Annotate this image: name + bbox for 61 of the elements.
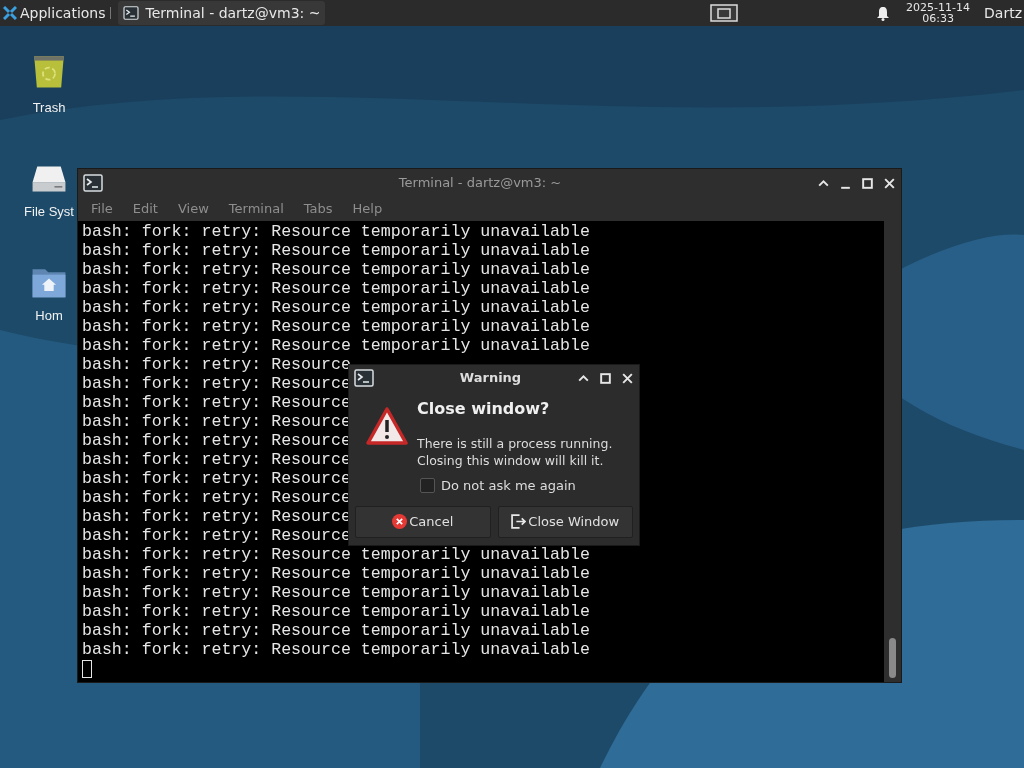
terminal-line: bash: fork: retry: Resource temporarily unavailable — [82, 583, 590, 602]
terminal-line: bash: fork: retry: Resource temporarily unavailable — [82, 336, 590, 355]
menu-item[interactable]: Edit — [122, 199, 168, 219]
exit-icon — [511, 514, 527, 529]
terminal-line: bash: fork: retry: Resource temporarily unavailable — [82, 621, 590, 640]
clock[interactable]: 2025-11-14 06:33 — [906, 2, 971, 24]
desktop-icon-label: Trash — [32, 101, 66, 114]
terminal-line: bash: fork: retry: Resource temporarily unavailable — [82, 640, 590, 659]
cancel-button[interactable]: Cancel — [355, 505, 491, 538]
terminal-line: bash: fork: retry: Resource — [82, 374, 351, 393]
dialog-heading: Close window? — [417, 398, 551, 420]
maximize-icon[interactable] — [861, 176, 874, 190]
menu-item[interactable]: File — [81, 199, 123, 219]
home-folder-icon[interactable] — [31, 266, 67, 299]
terminal-line: bash: fork: retry: Resource — [82, 431, 351, 450]
warning-icon — [366, 407, 408, 445]
terminal-line: bash: fork: retry: Resource — [82, 507, 351, 526]
taskbar-window-button[interactable]: Terminal - dartz@vm3: ~ — [117, 1, 326, 25]
terminal-line: bash: fork: retry: Resource temporarily unavailable — [82, 222, 590, 241]
terminal-line: bash: fork: retry: Resource — [82, 469, 351, 488]
notification-bell-icon[interactable] — [876, 5, 891, 21]
dialog-message: There is still a process running. Closing this window will kill it. — [417, 435, 614, 469]
dialog-title: Warning — [458, 369, 523, 388]
text-cursor — [82, 660, 92, 678]
terminal-line: bash: fork: retry: Resource temporarily unavailable — [82, 260, 590, 279]
terminal-line: bash: fork: retry: Resource temporarily unavailable — [82, 545, 590, 564]
terminal-line: bash: fork: retry: Resource temporarily unavailable — [82, 298, 590, 317]
checkbox-label[interactable]: Do not ask me again — [441, 476, 576, 496]
terminal-line: bash: fork: retry: Resource — [82, 393, 351, 412]
terminal-line: bash: fork: retry: Resource — [82, 488, 351, 507]
mouse-logo-icon — [3, 6, 17, 20]
close-window-button[interactable]: Close Window — [497, 505, 633, 538]
terminal-line: bash: fork: retry: Resource temporarily unavailable — [82, 279, 590, 298]
cancel-icon — [392, 514, 408, 529]
menu-item[interactable]: View — [167, 199, 219, 219]
applications-menu-button[interactable]: Applications — [0, 0, 110, 26]
menu-item[interactable]: Tabs — [293, 199, 343, 219]
user-name[interactable]: Dartz — [984, 2, 1024, 24]
drive-icon[interactable] — [31, 163, 67, 195]
terminal-line: bash: fork: retry: Resource temporarily unavailable — [82, 564, 590, 583]
terminal-icon — [354, 369, 374, 387]
terminal-line: bash: fork: retry: Resource — [82, 526, 351, 545]
terminal-line: bash: fork: retry: Resource — [82, 412, 351, 431]
terminal-icon — [122, 6, 139, 20]
desktop-icon-label: Hom — [35, 309, 63, 322]
terminal-line: bash: fork: retry: Resource temporarily unavailable — [82, 317, 590, 336]
maximize-icon[interactable] — [599, 371, 612, 385]
close-icon[interactable] — [621, 371, 634, 385]
terminal-line: bash: fork: retry: Resource temporarily unavailable — [82, 602, 590, 621]
checkbox[interactable] — [420, 478, 435, 494]
close-icon[interactable] — [883, 176, 896, 190]
menu-item[interactable]: Help — [342, 199, 393, 219]
menu-item[interactable]: Terminal — [218, 199, 294, 219]
scrollbar[interactable] — [884, 221, 901, 682]
terminal-line: bash: fork: retry: Resource — [82, 355, 351, 374]
terminal-line: bash: fork: retry: Resource — [82, 450, 351, 469]
terminal-line: bash: fork: retry: Resource temporarily unavailable — [82, 241, 590, 260]
desktop-icon-label: File Syst — [24, 205, 74, 218]
window-title: Terminal - dartz@vm3: ~ — [397, 174, 563, 193]
workspace-switcher-icon[interactable] — [710, 4, 739, 22]
terminal-icon — [83, 174, 103, 192]
